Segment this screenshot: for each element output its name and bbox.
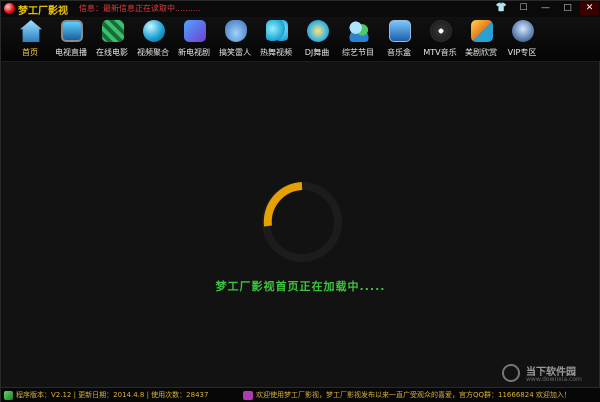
toolbar-item-label: 美剧欣赏 bbox=[465, 48, 497, 57]
window-controls: 👕 ☐ — □ ✕ bbox=[492, 2, 599, 15]
content-area: 梦工厂影视首页正在加载中..... bbox=[2, 61, 599, 387]
footprint-icon bbox=[225, 20, 247, 42]
toolbar-item-label: 视频聚合 bbox=[137, 48, 169, 57]
toolbar-item-vip[interactable]: VIP专区 bbox=[503, 17, 541, 61]
toolbar-item-us-drama[interactable]: 美剧欣赏 bbox=[462, 17, 500, 61]
minimize-icon[interactable]: — bbox=[536, 2, 555, 15]
toolbar-item-label: 首页 bbox=[22, 48, 38, 57]
toolbar-item-label: MTV音乐 bbox=[423, 48, 457, 57]
toolbar-item-label: 电视直播 bbox=[55, 48, 87, 57]
toolbar-item-label: 在线电影 bbox=[96, 48, 128, 57]
vip-icon bbox=[512, 20, 534, 42]
toolbar-item-music-box[interactable]: 音乐盒 bbox=[380, 17, 418, 61]
toolbar-item-label: 热舞视频 bbox=[260, 48, 292, 57]
welcome-marquee: 欢迎使用梦工厂影视，梦工厂影视发布以来一直广受观众的喜爱，官方QQ群：11666… bbox=[256, 391, 571, 399]
announcement-icon bbox=[243, 391, 253, 400]
watermark-logo-icon bbox=[502, 364, 520, 382]
globe-icon bbox=[143, 20, 165, 42]
toolbar-item-home[interactable]: 首页 bbox=[11, 17, 49, 61]
home-icon bbox=[20, 20, 42, 42]
toolbar-item-label: DJ舞曲 bbox=[304, 48, 330, 57]
loading-message: 梦工厂影视首页正在加载中..... bbox=[215, 280, 386, 293]
dj-icon bbox=[307, 20, 329, 42]
music-box-icon bbox=[389, 20, 411, 42]
version-text: 程序版本：V2.12 bbox=[16, 391, 72, 399]
shirt-icon[interactable]: 👕 bbox=[492, 2, 511, 15]
toolbar-item-label: 综艺节目 bbox=[342, 48, 374, 57]
info-ticker: 信息：最新信息正在读取中.......... bbox=[79, 4, 201, 13]
toolbar-item-online-movies[interactable]: 在线电影 bbox=[93, 17, 131, 61]
toolbar-item-dance-videos[interactable]: 热舞视频 bbox=[257, 17, 295, 61]
people-icon bbox=[348, 20, 370, 42]
music-note-icon bbox=[184, 20, 206, 42]
usage-count-text: 使用次数：28437 bbox=[151, 391, 209, 399]
status-bar: 程序版本：V2.12 | 更新日期：2014.4.8 | 使用次数：28437 … bbox=[1, 387, 600, 402]
toolbar-item-label: 搞笑雷人 bbox=[219, 48, 251, 57]
main-toolbar: 首页 电视直播 在线电影 视频聚合 新电视剧 搞笑雷人 热舞视频 DJ舞曲 综艺… bbox=[1, 17, 600, 61]
app-status-icon bbox=[4, 391, 13, 400]
drama-icon bbox=[471, 20, 493, 42]
chat-icon[interactable]: ☐ bbox=[514, 2, 533, 15]
watermark-url: www.downxia.com bbox=[526, 376, 582, 383]
toolbar-item-tv-live[interactable]: 电视直播 bbox=[52, 17, 90, 61]
tv-icon bbox=[61, 20, 83, 42]
toolbar-item-new-series[interactable]: 新电视剧 bbox=[175, 17, 213, 61]
watermark: 当下软件园 www.downxia.com bbox=[500, 361, 600, 387]
toolbar-item-variety[interactable]: 综艺节目 bbox=[339, 17, 377, 61]
mtv-icon bbox=[430, 20, 452, 42]
status-info: 程序版本：V2.12 | 更新日期：2014.4.8 | 使用次数：28437 bbox=[16, 391, 209, 399]
butterfly-icon bbox=[266, 20, 288, 42]
app-window: 梦工厂影视 信息：最新信息正在读取中.......... 👕 ☐ — □ ✕ 首… bbox=[0, 0, 600, 402]
loading-spinner-icon bbox=[262, 182, 342, 262]
toolbar-item-mtv[interactable]: MTV音乐 bbox=[421, 17, 459, 61]
film-icon bbox=[102, 20, 124, 42]
toolbar-item-dj[interactable]: DJ舞曲 bbox=[298, 17, 336, 61]
maximize-icon[interactable]: □ bbox=[558, 2, 577, 15]
app-logo-icon bbox=[4, 3, 15, 14]
toolbar-item-label: VIP专区 bbox=[507, 48, 537, 57]
app-title: 梦工厂影视 bbox=[18, 6, 68, 17]
toolbar-item-video-aggregate[interactable]: 视频聚合 bbox=[134, 17, 172, 61]
title-bar[interactable]: 梦工厂影视 信息：最新信息正在读取中.......... 👕 ☐ — □ ✕ bbox=[1, 1, 600, 17]
close-icon[interactable]: ✕ bbox=[580, 2, 599, 15]
toolbar-item-funny[interactable]: 搞笑雷人 bbox=[216, 17, 254, 61]
toolbar-item-label: 新电视剧 bbox=[178, 48, 210, 57]
toolbar-item-label: 音乐盒 bbox=[387, 48, 411, 57]
update-date-text: 更新日期：2014.4.8 bbox=[78, 391, 145, 399]
